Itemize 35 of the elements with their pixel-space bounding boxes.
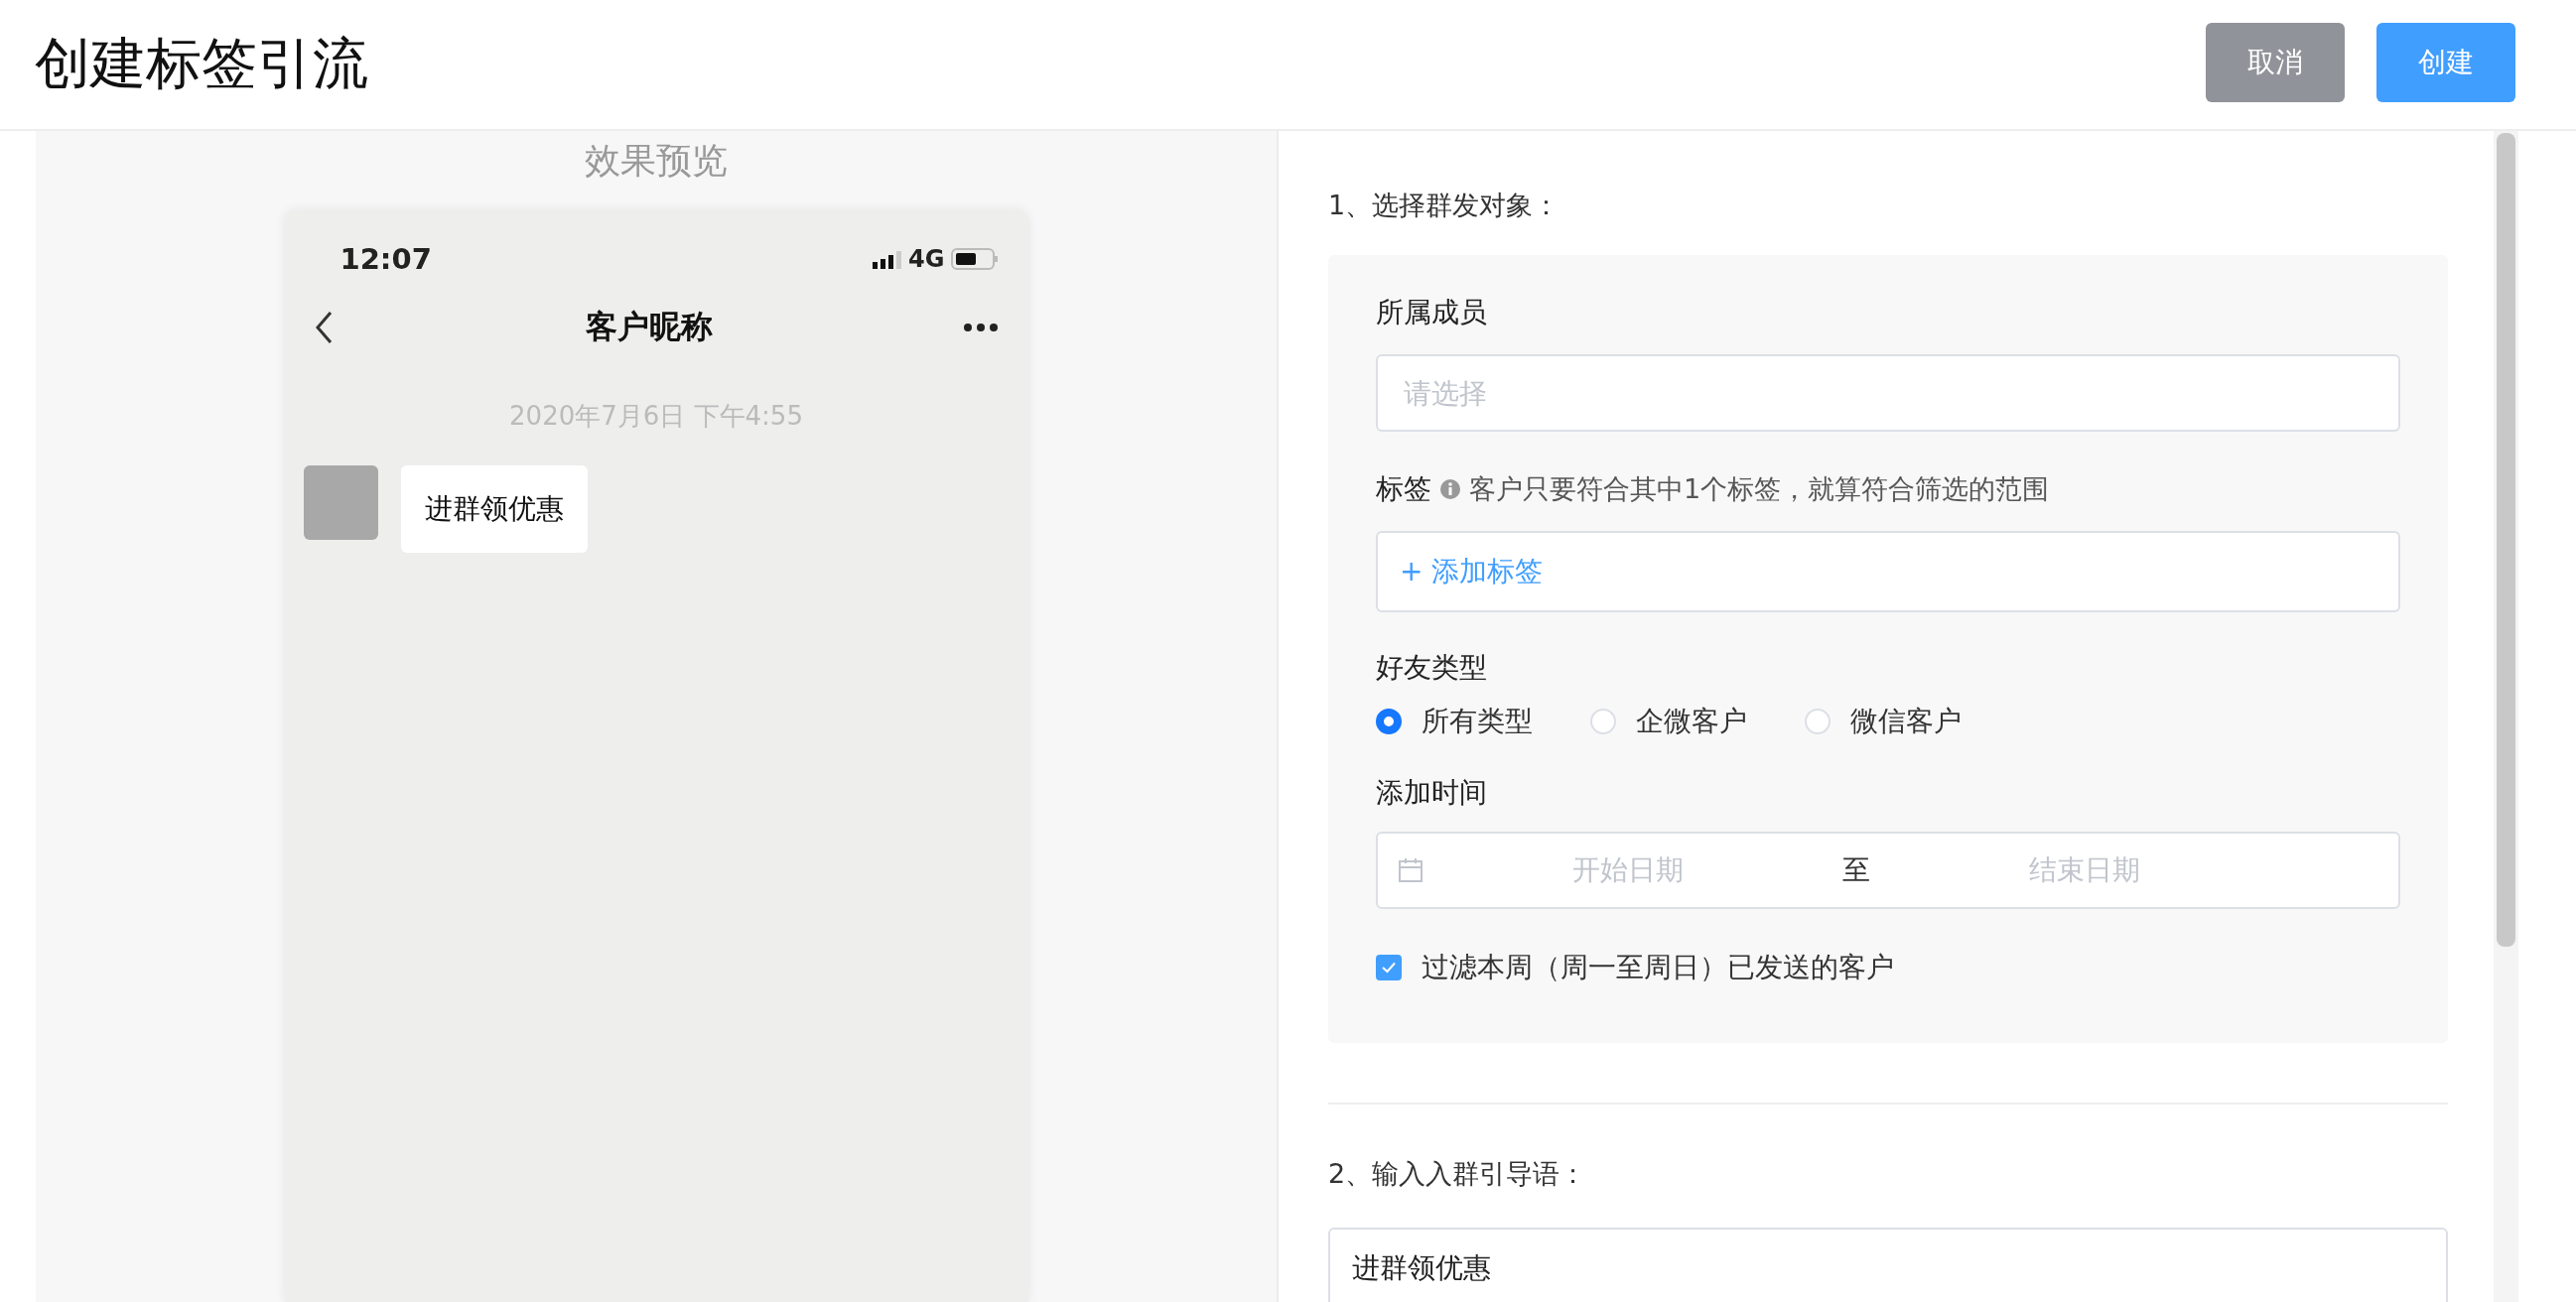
- start-date-placeholder: 开始日期: [1572, 852, 1684, 888]
- network-label: 4G: [908, 245, 945, 273]
- add-tag-link[interactable]: + 添加标签: [1400, 553, 1544, 590]
- end-date-placeholder: 结束日期: [2029, 852, 2140, 888]
- section-title: 1、选择群发对象：: [1328, 189, 1561, 222]
- member-select-field[interactable]: 请选择: [1376, 354, 2400, 432]
- chat-title: 客户昵称: [586, 307, 713, 347]
- preview-heading: 效果预览: [585, 139, 728, 183]
- tag-field[interactable]: + 添加标签: [1376, 531, 2400, 612]
- status-time: 12:07: [339, 242, 432, 276]
- checkbox-label: 过滤本周（周一至周日）已发送的客户: [1422, 950, 1894, 985]
- field-label: 添加时间: [1376, 775, 1488, 811]
- action-button[interactable]: 创建: [2376, 22, 2515, 102]
- section-title: 2、输入入群引导语：: [1328, 1157, 1588, 1191]
- field-label: 所属成员: [1376, 295, 1488, 330]
- action-button[interactable]: 取消: [2206, 22, 2345, 102]
- radio-label: 所有类型: [1422, 704, 1533, 739]
- range-separator: 至: [1842, 852, 1870, 888]
- radio-label: 微信客户: [1850, 704, 1962, 739]
- field-label: 标签: [1376, 471, 1431, 507]
- more-icon[interactable]: [962, 323, 999, 332]
- calendar-icon: [1398, 857, 1424, 883]
- scrollbar[interactable]: [2494, 131, 2518, 1302]
- field-hint: 客户只要符合其中1个标签，就算符合筛选的范围: [1469, 472, 2050, 506]
- message-bubble: 进群领优惠: [400, 465, 588, 553]
- battery-icon: [950, 248, 999, 270]
- radio-label: 企微客户: [1636, 704, 1747, 739]
- signal-icon: [873, 249, 903, 269]
- checkbox[interactable]: [1376, 955, 1402, 980]
- date-range-field[interactable]: 开始日期 至 结束日期: [1376, 832, 2400, 909]
- page-title: 创建标签引流: [35, 30, 368, 97]
- radio-button[interactable]: [1376, 709, 1402, 734]
- guide-text-field[interactable]: 进群领优惠: [1328, 1228, 2448, 1302]
- info-icon: [1439, 478, 1461, 500]
- field-label: 好友类型: [1376, 650, 1488, 686]
